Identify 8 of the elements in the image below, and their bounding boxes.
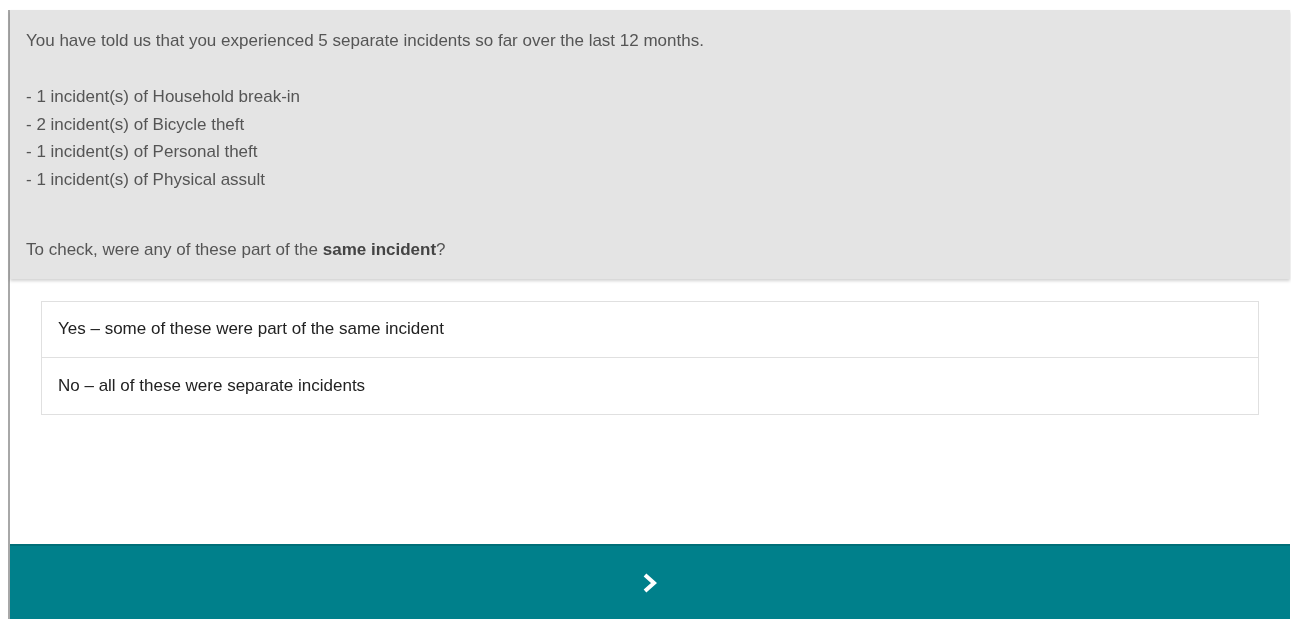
incident-item: - 1 incident(s) of Personal theft bbox=[26, 141, 259, 164]
incident-item: - 1 incident(s) of Household break-in bbox=[26, 86, 302, 108]
incident-item: - 2 incident(s) of Bicycle theft bbox=[26, 113, 246, 136]
question-text: To check, were any of these part of the same incident? bbox=[26, 238, 447, 261]
next-button[interactable] bbox=[10, 544, 1290, 619]
incident-item: - 1 incident(s) of Physical assult bbox=[26, 169, 267, 192]
chevron-right-icon bbox=[643, 572, 657, 593]
intro-text: You have told us that you experienced 5 separate incidents so far over the last 12 months. bbox=[26, 30, 705, 52]
